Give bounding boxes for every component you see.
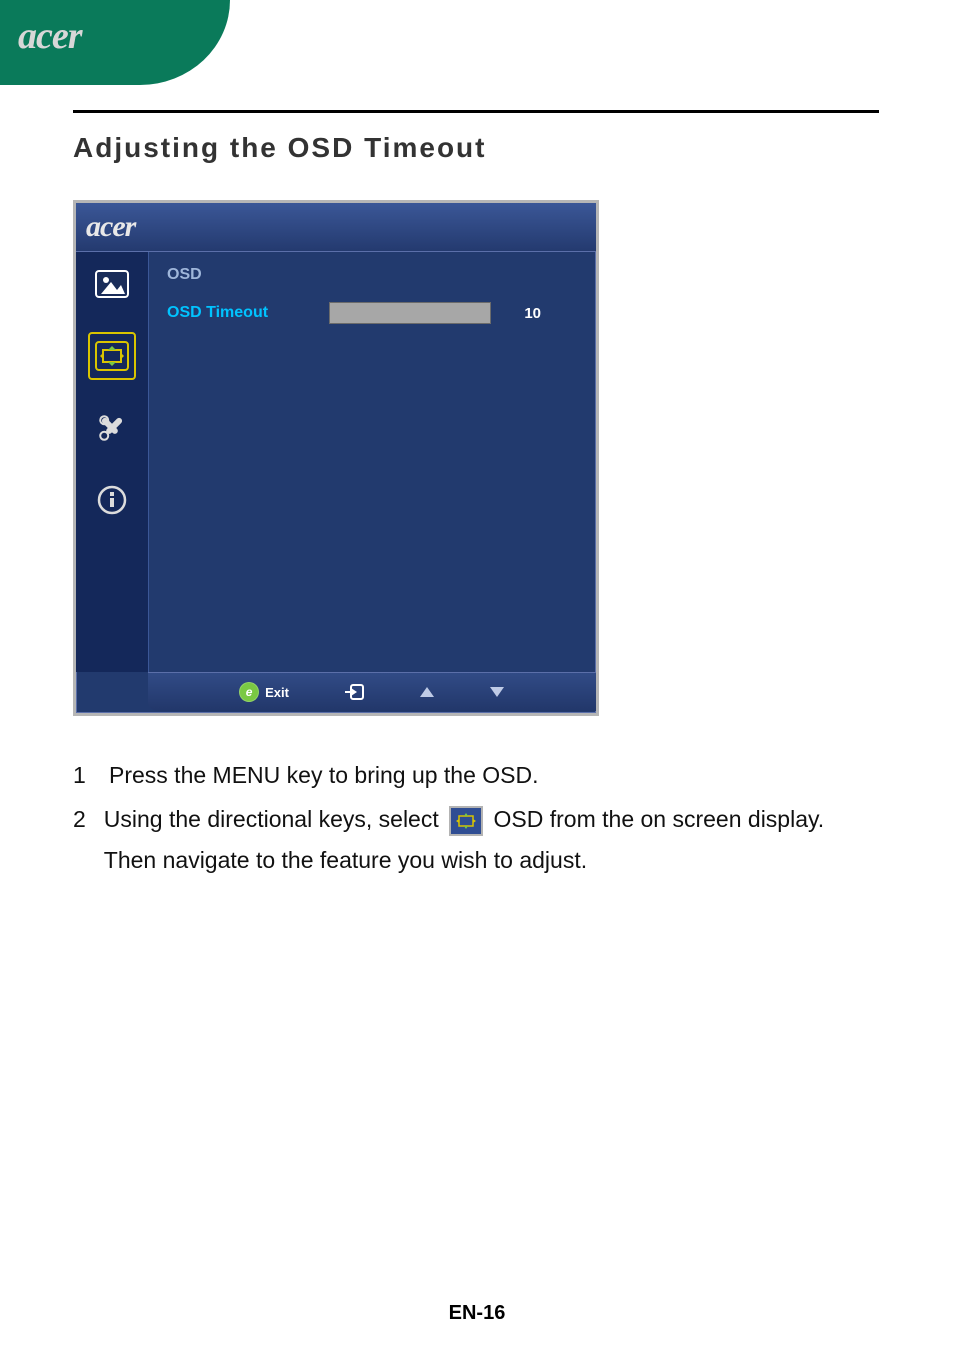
brand-logo-text: acer bbox=[18, 14, 82, 58]
osd-content: OSD OSD Timeout 10 bbox=[149, 252, 596, 672]
osd-content-title: OSD bbox=[167, 266, 580, 284]
osd-timeout-value: 10 bbox=[513, 305, 541, 322]
exit-label: Exit bbox=[265, 685, 289, 700]
arrow-down-icon bbox=[489, 686, 505, 698]
osd-header: acer bbox=[76, 203, 596, 252]
picture-icon[interactable] bbox=[90, 262, 134, 306]
arrow-up-icon bbox=[419, 686, 435, 698]
footer-e-button[interactable]: e Exit bbox=[239, 682, 289, 702]
footer-up-button[interactable] bbox=[419, 686, 435, 698]
osd-settings-icon[interactable] bbox=[90, 334, 134, 378]
enter-icon bbox=[343, 683, 365, 701]
step-number-2: 2 bbox=[73, 799, 86, 880]
osd-brand-logo: acer bbox=[86, 210, 135, 244]
tools-icon[interactable] bbox=[90, 406, 134, 450]
osd-timeout-label: OSD Timeout bbox=[167, 304, 307, 322]
e-badge-icon: e bbox=[239, 682, 259, 702]
step-2-text: Using the directional keys, select OSD f… bbox=[104, 799, 879, 880]
header-corner: acer bbox=[0, 0, 230, 85]
footer-enter-button[interactable] bbox=[343, 683, 365, 701]
footer-down-button[interactable] bbox=[489, 686, 505, 698]
horizontal-rule bbox=[73, 110, 879, 113]
step-1-text: Press the MENU key to bring up the OSD. bbox=[109, 755, 539, 795]
step-2-text-a: Using the directional keys, select bbox=[104, 806, 445, 832]
osd-timeout-slider[interactable] bbox=[329, 302, 491, 324]
step-number-1: 1 bbox=[73, 755, 91, 795]
inline-osd-icon bbox=[449, 806, 483, 836]
instructions: 1 Press the MENU key to bring up the OSD… bbox=[73, 755, 879, 884]
section-title: Adjusting the OSD Timeout bbox=[73, 132, 486, 164]
page-number: EN-16 bbox=[0, 1302, 954, 1325]
osd-panel: acer bbox=[73, 200, 599, 716]
osd-footer: e Exit bbox=[148, 672, 596, 711]
osd-sidebar bbox=[76, 252, 149, 672]
osd-timeout-row: OSD Timeout 10 bbox=[167, 302, 580, 324]
info-icon[interactable] bbox=[90, 478, 134, 522]
